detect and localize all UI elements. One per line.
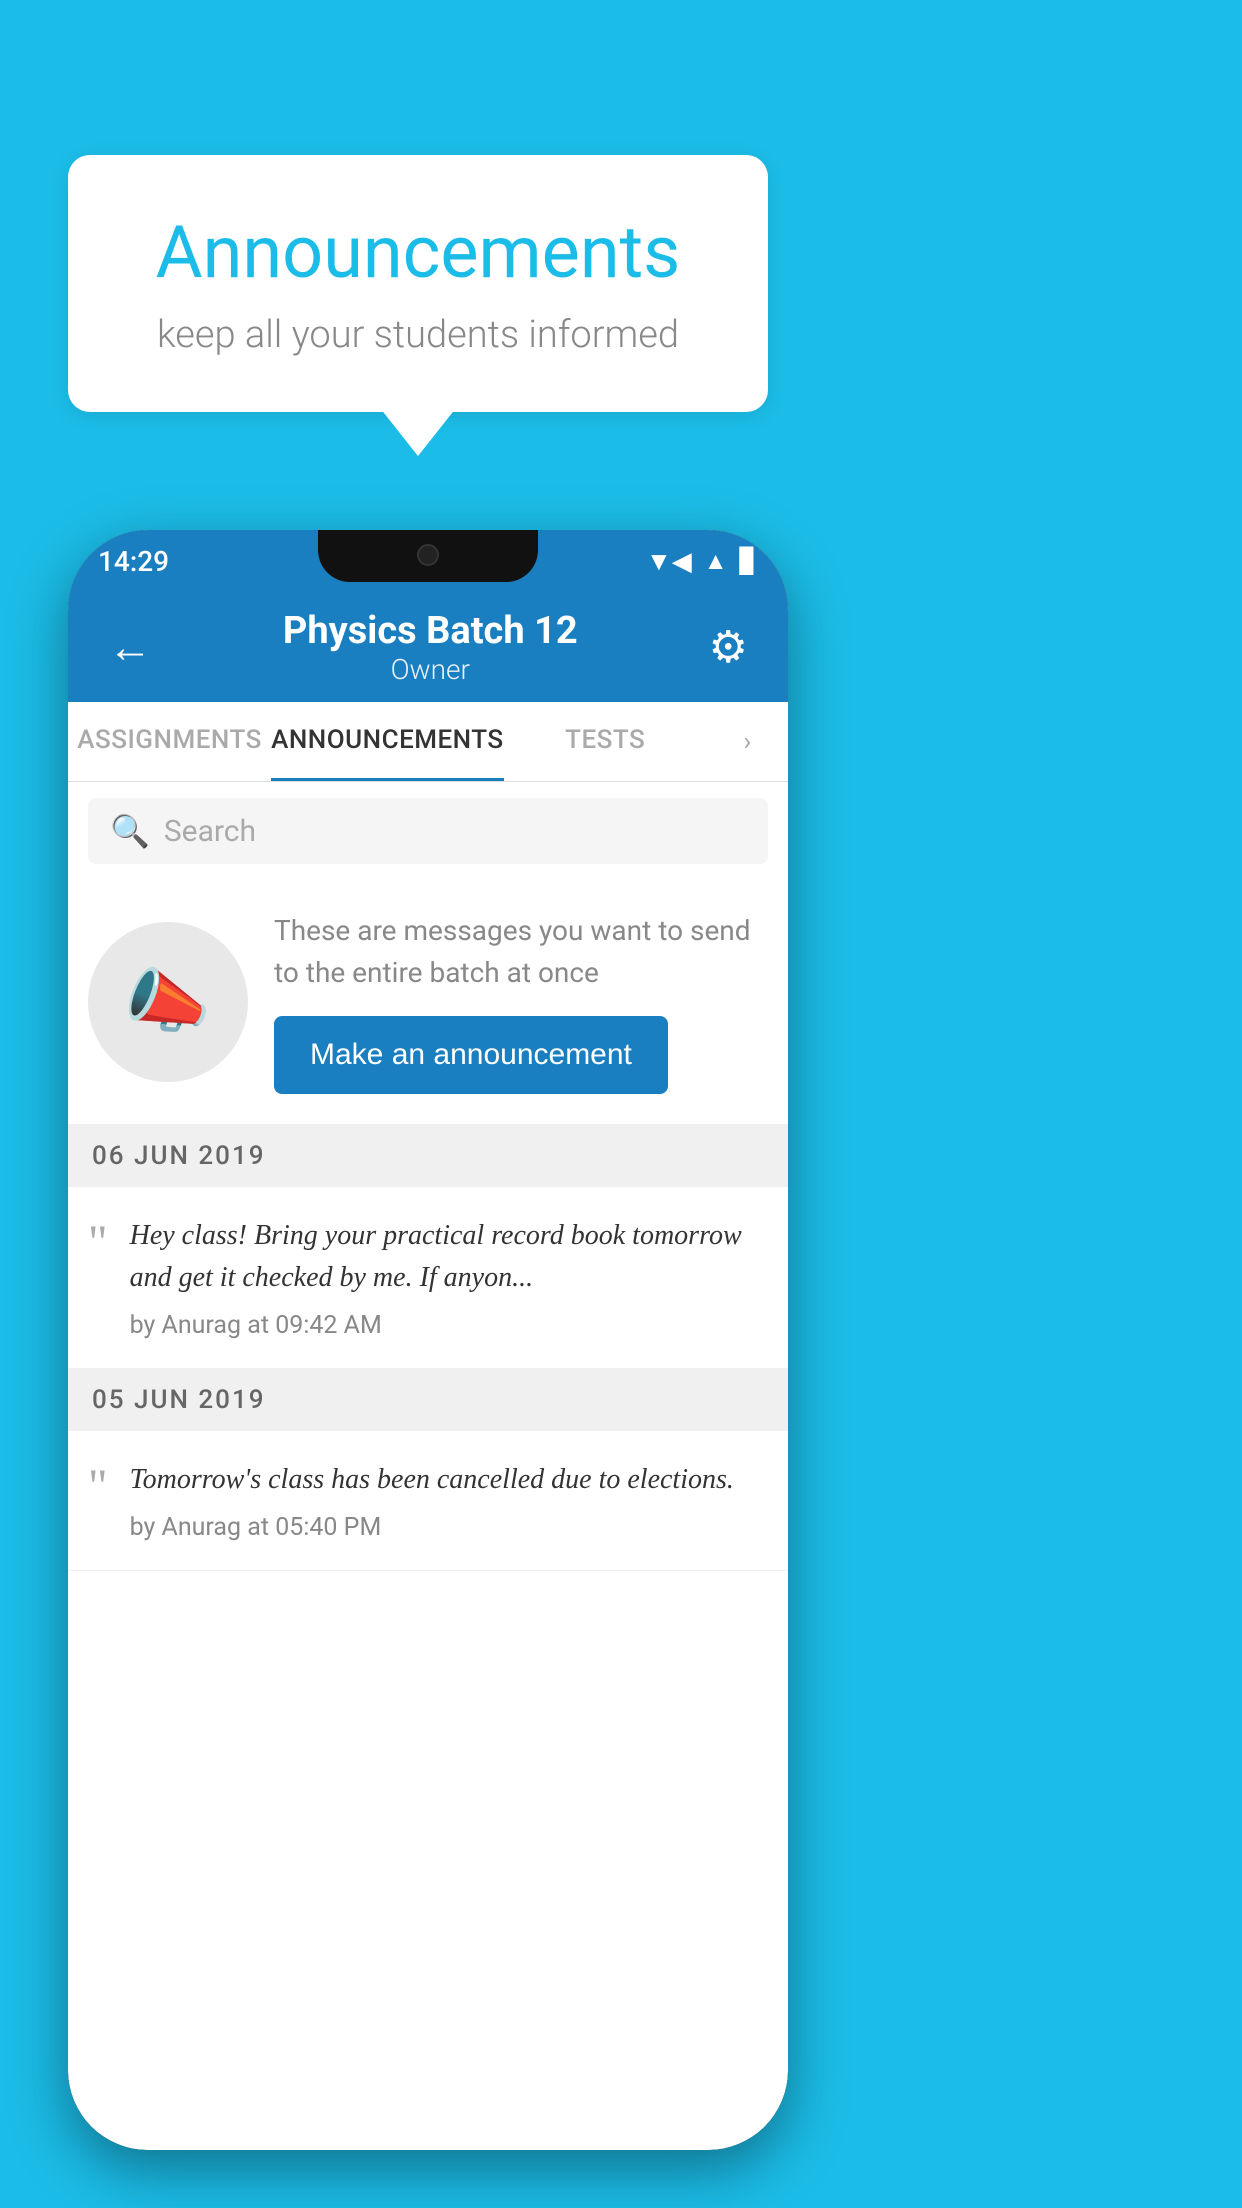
header-title-section: Physics Batch 12 Owner bbox=[162, 609, 699, 686]
speech-bubble-title: Announcements bbox=[128, 210, 708, 295]
announcement-message-2: Tomorrow's class has been cancelled due … bbox=[130, 1459, 768, 1501]
speech-bubble-subtitle: keep all your students informed bbox=[128, 313, 708, 357]
announcement-text-block-2: Tomorrow's class has been cancelled due … bbox=[130, 1459, 768, 1542]
wifi-icon: ▼◀ bbox=[646, 546, 692, 577]
header-subtitle: Owner bbox=[162, 653, 699, 686]
promo-icon-circle: 📣 bbox=[88, 922, 248, 1082]
tab-assignments[interactable]: ASSIGNMENTS bbox=[68, 702, 271, 781]
tab-more[interactable]: › bbox=[707, 702, 788, 781]
search-placeholder: Search bbox=[164, 814, 256, 849]
date-header-1: 06 JUN 2019 bbox=[68, 1125, 788, 1187]
quote-icon-1: " bbox=[88, 1219, 108, 1267]
status-icons: ▼◀ ▲ ▊ bbox=[646, 546, 758, 577]
tab-bar: ASSIGNMENTS ANNOUNCEMENTS TESTS › bbox=[68, 702, 788, 782]
announcement-text-block-1: Hey class! Bring your practical record b… bbox=[130, 1215, 768, 1340]
announcement-item-2: " Tomorrow's class has been cancelled du… bbox=[68, 1431, 788, 1571]
battery-icon: ▊ bbox=[740, 547, 758, 575]
speech-bubble-container: Announcements keep all your students inf… bbox=[68, 155, 768, 412]
signal-icon: ▲ bbox=[704, 547, 728, 576]
promo-section: 📣 These are messages you want to send to… bbox=[68, 880, 788, 1125]
phone-notch bbox=[318, 530, 538, 582]
front-camera bbox=[417, 544, 439, 566]
quote-icon-2: " bbox=[88, 1463, 108, 1511]
phone-screen: 14:29 ▼◀ ▲ ▊ ← Physics Batch 12 Owner ⚙ … bbox=[68, 530, 788, 2150]
announcement-message-1: Hey class! Bring your practical record b… bbox=[130, 1215, 768, 1299]
app-header: ← Physics Batch 12 Owner ⚙ bbox=[68, 592, 788, 702]
date-header-2: 05 JUN 2019 bbox=[68, 1369, 788, 1431]
phone-frame: 14:29 ▼◀ ▲ ▊ ← Physics Batch 12 Owner ⚙ … bbox=[68, 530, 788, 2150]
settings-button[interactable]: ⚙ bbox=[699, 611, 758, 683]
promo-description: These are messages you want to send to t… bbox=[274, 910, 768, 994]
search-icon: 🔍 bbox=[110, 812, 150, 850]
app-content: 🔍 Search 📣 These are messages you want t… bbox=[68, 782, 788, 2150]
header-title: Physics Batch 12 bbox=[162, 609, 699, 653]
search-bar-container: 🔍 Search bbox=[68, 782, 788, 880]
back-button[interactable]: ← bbox=[98, 611, 162, 683]
announcement-item-1: " Hey class! Bring your practical record… bbox=[68, 1187, 788, 1369]
promo-content: These are messages you want to send to t… bbox=[274, 910, 768, 1094]
status-time: 14:29 bbox=[98, 545, 169, 578]
announcement-meta-1: by Anurag at 09:42 AM bbox=[130, 1311, 768, 1340]
tab-announcements[interactable]: ANNOUNCEMENTS bbox=[271, 702, 504, 781]
announcement-meta-2: by Anurag at 05:40 PM bbox=[130, 1513, 768, 1542]
speech-bubble: Announcements keep all your students inf… bbox=[68, 155, 768, 412]
search-bar[interactable]: 🔍 Search bbox=[88, 798, 768, 864]
tab-tests[interactable]: TESTS bbox=[504, 702, 707, 781]
megaphone-icon: 📣 bbox=[124, 961, 211, 1043]
make-announcement-button[interactable]: Make an announcement bbox=[274, 1016, 668, 1094]
